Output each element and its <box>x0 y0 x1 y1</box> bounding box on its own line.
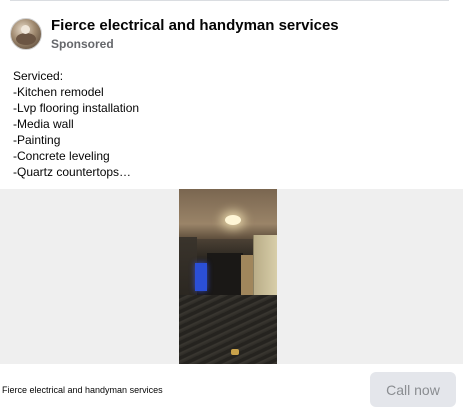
sponsored-label[interactable]: Sponsored <box>51 36 339 52</box>
video-frame-cabinet-mid <box>241 255 253 297</box>
video-player[interactable] <box>179 189 277 364</box>
advertiser-name[interactable]: Fierce electrical and handyman services <box>2 385 163 395</box>
page-avatar[interactable] <box>10 18 42 50</box>
ad-footer: Fierce electrical and handyman services … <box>0 364 463 416</box>
post-media <box>0 189 463 364</box>
body-line: -Painting <box>13 133 61 147</box>
post-body-text: Serviced: -Kitchen remodel -Lvp flooring… <box>13 68 139 180</box>
body-line: -Media wall <box>13 117 74 131</box>
body-line: -Concrete leveling <box>13 149 110 163</box>
video-frame-doorway <box>207 253 243 297</box>
video-frame-floor-spot <box>231 349 239 355</box>
post-header: Fierce electrical and handyman services … <box>10 16 339 52</box>
post-header-names: Fierce electrical and handyman services … <box>51 16 339 52</box>
call-now-button[interactable]: Call now <box>370 372 456 407</box>
page-name-link[interactable]: Fierce electrical and handyman services <box>51 16 339 35</box>
video-frame-floor <box>179 295 277 364</box>
top-divider <box>10 0 449 1</box>
video-frame-light <box>225 215 241 225</box>
body-line: Serviced: <box>13 69 64 83</box>
video-frame-screen <box>195 263 207 291</box>
body-line: -Quartz countertops… <box>13 165 132 179</box>
body-line: -Lvp flooring installation <box>13 101 140 115</box>
video-frame-ceiling <box>179 189 277 239</box>
body-line: -Kitchen remodel <box>13 85 104 99</box>
